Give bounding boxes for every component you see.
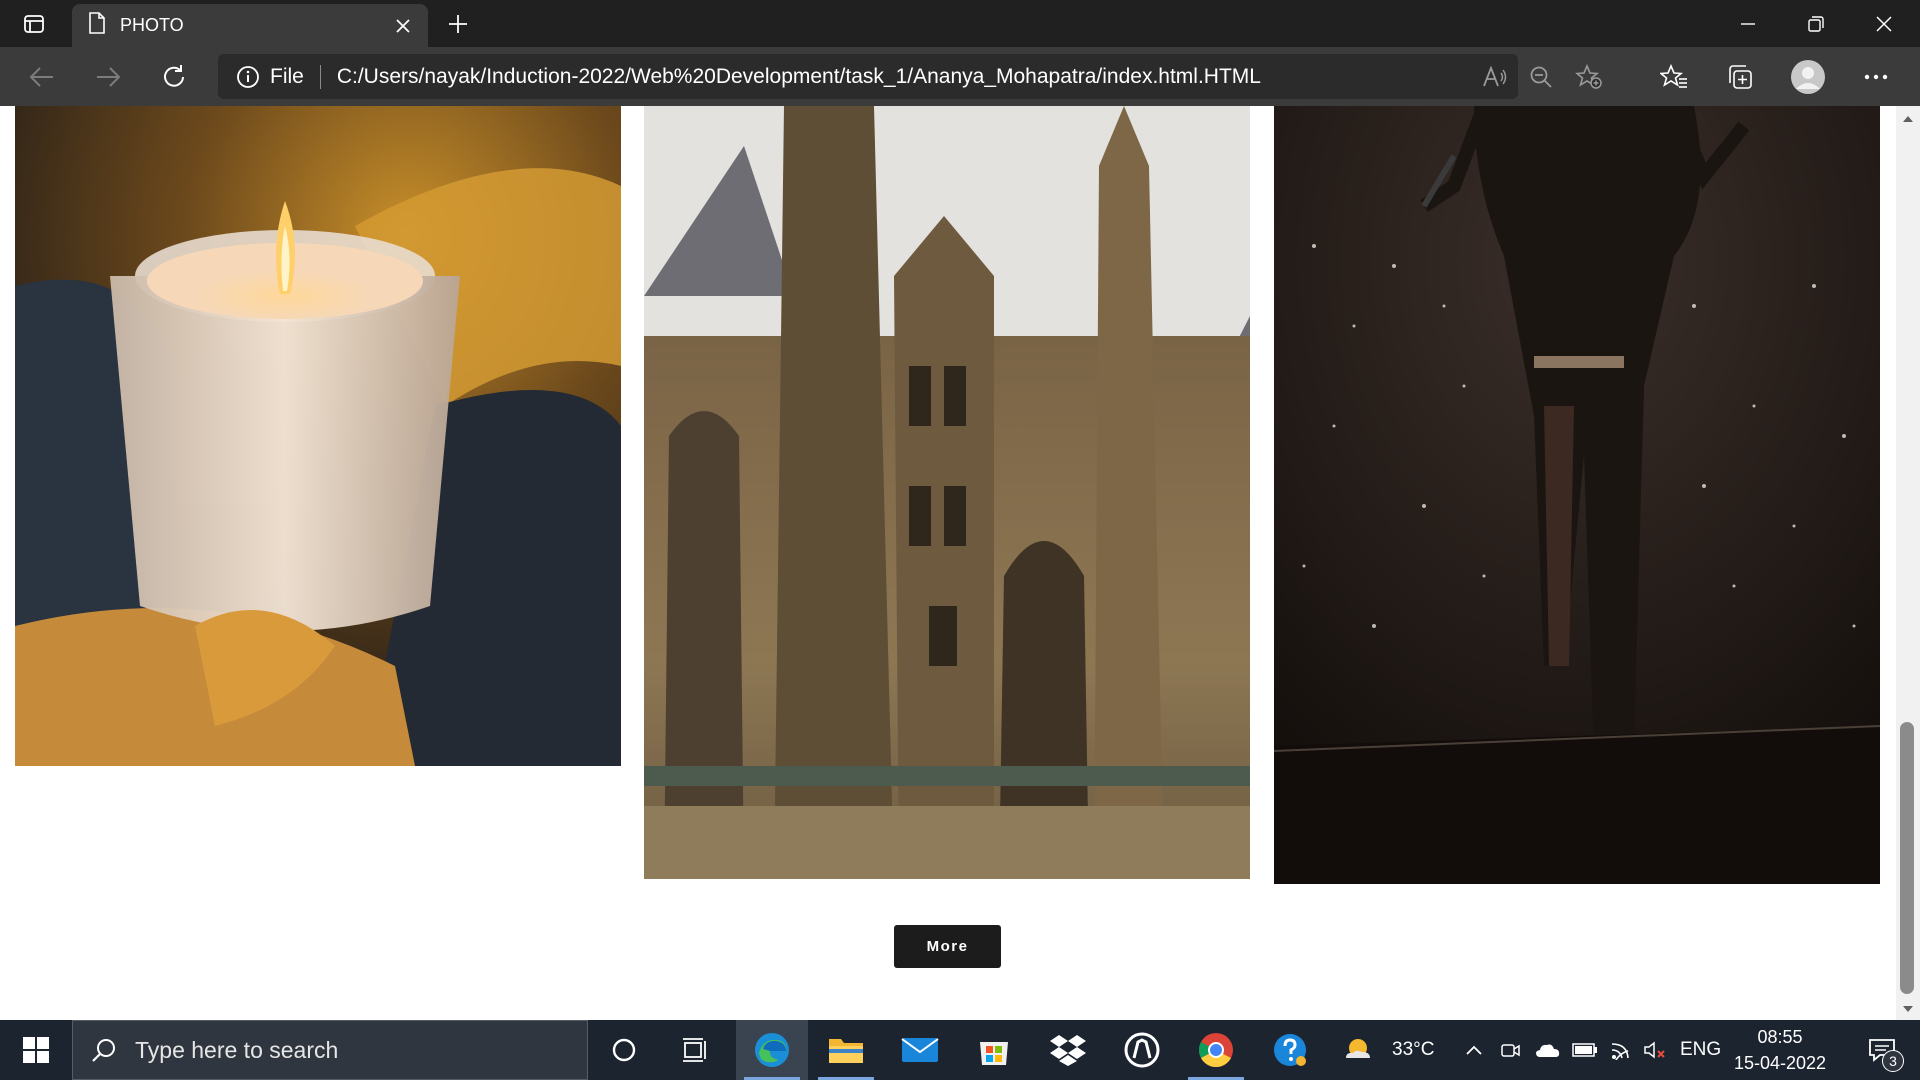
search-icon bbox=[91, 1037, 117, 1063]
mail-icon[interactable] bbox=[884, 1020, 956, 1080]
volume-muted-icon[interactable] bbox=[1638, 1020, 1672, 1080]
zoom-out-icon[interactable] bbox=[1526, 62, 1556, 92]
close-tab-icon[interactable] bbox=[390, 13, 416, 39]
new-tab-icon[interactable] bbox=[440, 8, 476, 40]
file-explorer-icon[interactable] bbox=[810, 1020, 882, 1080]
dropbox-icon[interactable] bbox=[1032, 1020, 1104, 1080]
refresh-icon[interactable] bbox=[154, 57, 194, 97]
read-aloud-icon[interactable] bbox=[1480, 62, 1510, 92]
page-icon bbox=[88, 12, 106, 39]
address-bar[interactable]: File C:/Users/nayak/Induction-2022/Web%2… bbox=[218, 54, 1602, 99]
windows-start-icon[interactable] bbox=[0, 1020, 72, 1080]
app-shield-icon[interactable] bbox=[1106, 1020, 1178, 1080]
windows-taskbar: Type here to search 33°C ENG 08:55 15-04… bbox=[0, 1020, 1920, 1080]
battery-icon[interactable] bbox=[1568, 1020, 1602, 1080]
favorites-icon[interactable] bbox=[1654, 57, 1694, 97]
address-divider bbox=[319, 64, 321, 89]
page-content: More bbox=[0, 106, 1896, 1020]
weather-icon[interactable] bbox=[1330, 1020, 1386, 1080]
taskbar-clock[interactable]: 08:55 15-04-2022 bbox=[1728, 1024, 1832, 1076]
browser-titlebar: PHOTO bbox=[0, 0, 1920, 47]
restore-icon[interactable] bbox=[1782, 0, 1850, 47]
browser-tab[interactable]: PHOTO bbox=[72, 4, 428, 47]
close-window-icon[interactable] bbox=[1850, 0, 1918, 47]
task-view-icon[interactable] bbox=[660, 1020, 732, 1080]
notification-center-icon[interactable]: 3 bbox=[1852, 1020, 1912, 1080]
input-language[interactable]: ENG bbox=[1680, 1020, 1721, 1080]
info-icon[interactable] bbox=[236, 65, 260, 89]
more-button[interactable]: More bbox=[894, 925, 1001, 968]
browser-toolbar: File C:/Users/nayak/Induction-2022/Web%2… bbox=[0, 47, 1920, 106]
candle-photo bbox=[15, 106, 621, 766]
chevron-up-icon[interactable] bbox=[1458, 1020, 1490, 1080]
more-menu-icon[interactable] bbox=[1856, 57, 1896, 97]
help-icon[interactable] bbox=[1254, 1020, 1326, 1080]
taskbar-search-box[interactable]: Type here to search bbox=[72, 1020, 588, 1080]
chrome-icon[interactable] bbox=[1180, 1020, 1252, 1080]
scroll-down-arrow-icon[interactable] bbox=[1896, 1000, 1920, 1018]
scroll-up-arrow-icon[interactable] bbox=[1896, 110, 1920, 128]
clock-time: 08:55 bbox=[1757, 1027, 1803, 1047]
forward-icon[interactable] bbox=[88, 57, 128, 97]
clock-date: 15-04-2022 bbox=[1733, 1053, 1827, 1073]
notification-count-badge: 3 bbox=[1882, 1050, 1904, 1072]
edge-browser-icon[interactable] bbox=[736, 1020, 808, 1080]
add-favorite-icon[interactable] bbox=[1574, 62, 1604, 92]
cortana-icon[interactable] bbox=[588, 1020, 660, 1080]
camera-tray-icon[interactable] bbox=[1494, 1020, 1526, 1080]
onedrive-icon[interactable] bbox=[1530, 1020, 1564, 1080]
back-icon[interactable] bbox=[22, 57, 62, 97]
collections-icon[interactable] bbox=[1720, 57, 1760, 97]
vertical-scrollbar[interactable] bbox=[1896, 106, 1920, 1020]
search-placeholder: Type here to search bbox=[135, 1036, 339, 1063]
tab-actions-icon[interactable] bbox=[16, 10, 52, 38]
profile-avatar-icon[interactable] bbox=[1788, 57, 1828, 97]
url-text[interactable]: C:/Users/nayak/Induction-2022/Web%20Deve… bbox=[337, 65, 1261, 89]
scheme-label: File bbox=[270, 64, 304, 88]
minimize-icon[interactable] bbox=[1714, 0, 1782, 47]
weather-temperature[interactable]: 33°C bbox=[1392, 1020, 1434, 1080]
singer-photo bbox=[1274, 106, 1880, 884]
wifi-icon[interactable] bbox=[1604, 1020, 1638, 1080]
tab-title: PHOTO bbox=[120, 15, 184, 35]
microsoft-store-icon[interactable] bbox=[958, 1020, 1030, 1080]
scrollbar-thumb[interactable] bbox=[1900, 722, 1914, 994]
cathedral-photo bbox=[644, 106, 1250, 879]
